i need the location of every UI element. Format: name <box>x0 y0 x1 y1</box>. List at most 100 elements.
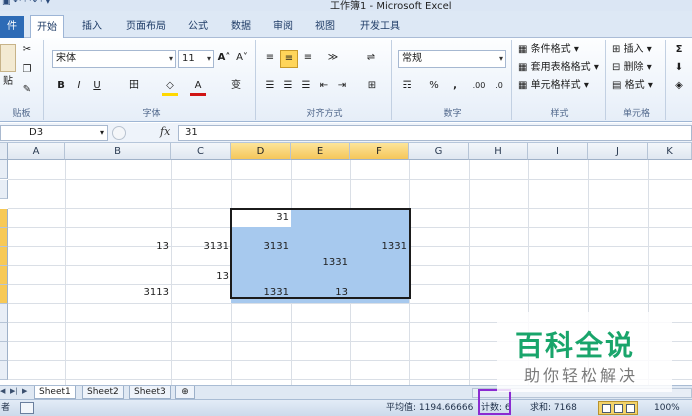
macro-record-icon[interactable] <box>20 402 34 414</box>
row-header[interactable] <box>0 285 8 304</box>
column-header-a[interactable]: A <box>8 143 65 160</box>
row-header[interactable] <box>0 247 8 266</box>
shrink-font-button[interactable]: A˅ <box>234 50 250 68</box>
conditional-format-button[interactable]: ▦ 条件格式 ▾ <box>518 42 579 60</box>
insert-function-button[interactable]: fx <box>160 125 170 138</box>
first-sheet-icon[interactable]: ◀ <box>0 387 5 395</box>
column-header-k[interactable]: K <box>648 143 692 160</box>
cell-b8[interactable]: 3113 <box>65 284 171 302</box>
cell-d3[interactable]: 31 <box>231 209 291 227</box>
fill-color-button[interactable]: ◇ <box>162 78 178 96</box>
format-cells-button[interactable]: ▤ 格式 ▾ <box>612 78 653 96</box>
column-header-j[interactable]: J <box>588 143 648 160</box>
tab-formulas[interactable]: 公式 <box>180 15 216 38</box>
comma-button[interactable]: , <box>450 78 460 96</box>
cell-d5[interactable]: 3131 <box>231 238 291 256</box>
sheet-tab-sheet2[interactable]: Sheet2 <box>82 386 124 399</box>
tab-view[interactable]: 视图 <box>308 15 342 38</box>
cell-f5[interactable]: 1331 <box>350 238 409 256</box>
next-sheet-icon[interactable]: ▶ <box>22 387 27 395</box>
fill-icon[interactable]: ⬇ <box>672 60 686 78</box>
delete-cells-button[interactable]: ⊟ 删除 ▾ <box>612 60 652 78</box>
cell-e8[interactable]: 13 <box>291 284 350 302</box>
underline-button[interactable]: U <box>90 78 104 96</box>
zoom-level[interactable]: 100% <box>654 402 680 415</box>
row-header[interactable] <box>0 361 8 380</box>
tab-developer[interactable]: 开发工具 <box>352 15 408 38</box>
border-button[interactable]: 田 <box>126 78 142 96</box>
decrease-indent-icon[interactable]: ⇤ <box>316 78 332 96</box>
increase-indent-icon[interactable]: ⇥ <box>334 78 350 96</box>
currency-button[interactable]: ☶ <box>398 78 416 96</box>
bold-button[interactable]: B <box>54 78 68 96</box>
format-as-table-button[interactable]: ▦ 套用表格格式 ▾ <box>518 60 599 78</box>
column-header-g[interactable]: G <box>409 143 469 160</box>
sheet-tab-sheet3[interactable]: Sheet3 <box>129 386 171 399</box>
italic-button[interactable]: I <box>72 78 86 96</box>
font-size-select[interactable]: 11 ▾ <box>178 50 214 68</box>
cell-d8[interactable]: 1331 <box>231 284 291 302</box>
insert-cells-button[interactable]: ⊞ 插入 ▾ <box>612 42 652 60</box>
row-header[interactable] <box>0 266 8 285</box>
tab-page-layout[interactable]: 页面布局 <box>118 15 174 38</box>
align-center-icon[interactable]: ☰ <box>280 78 296 96</box>
decrease-decimal-button[interactable]: .0 <box>490 78 508 96</box>
paste-button[interactable]: 贴 <box>0 74 16 92</box>
sheet-tab-sheet1[interactable]: Sheet1 <box>34 386 76 399</box>
row-header[interactable] <box>0 342 8 361</box>
format-painter-icon[interactable]: ✎ <box>20 82 34 100</box>
tab-insert[interactable]: 插入 <box>72 15 112 38</box>
cut-icon[interactable]: ✂ <box>20 42 34 60</box>
column-header-h[interactable]: H <box>469 143 528 160</box>
phonetic-button[interactable]: 变 <box>228 78 244 96</box>
orientation-icon[interactable]: ≫ <box>322 50 344 68</box>
tab-home[interactable]: 开始 <box>30 15 64 39</box>
number-format-select[interactable]: 常规 ▾ <box>398 50 506 68</box>
select-all-corner[interactable] <box>0 143 8 160</box>
column-header-e[interactable]: E <box>291 143 350 160</box>
row-header[interactable] <box>0 304 8 323</box>
column-header-b[interactable]: B <box>65 143 171 160</box>
font-name-select[interactable]: 宋体 ▾ <box>52 50 176 68</box>
wrap-text-icon[interactable]: ⇌ <box>362 50 380 68</box>
tab-review[interactable]: 审阅 <box>266 15 300 38</box>
align-top-icon[interactable]: ≡ <box>262 50 278 68</box>
page-layout-view-icon[interactable] <box>614 404 623 413</box>
increase-decimal-button[interactable]: .00 <box>470 78 488 96</box>
clear-icon[interactable]: ◈ <box>672 78 686 96</box>
tab-file[interactable]: 件 <box>0 16 24 38</box>
row-header[interactable] <box>0 180 8 199</box>
row-header[interactable] <box>0 209 8 228</box>
paste-icon[interactable] <box>0 44 16 72</box>
percent-button[interactable]: % <box>428 78 440 96</box>
row-header[interactable] <box>0 323 8 342</box>
column-header-d[interactable]: D <box>231 143 291 160</box>
page-break-view-icon[interactable] <box>626 404 635 413</box>
cell-e6[interactable]: 1331 <box>291 254 350 272</box>
cell-styles-button[interactable]: ▦ 单元格样式 ▾ <box>518 78 589 96</box>
cancel-icon[interactable] <box>112 126 126 140</box>
align-bottom-icon[interactable]: ≡ <box>300 50 316 68</box>
formula-input[interactable]: 31 <box>178 125 692 141</box>
normal-view-icon[interactable] <box>602 404 611 413</box>
column-header-c[interactable]: C <box>171 143 231 160</box>
align-left-icon[interactable]: ☰ <box>262 78 278 96</box>
cell-c5[interactable]: 3131 <box>171 238 231 256</box>
quick-access-toolbar[interactable]: ▣ ↶ · ↷ · ▾ <box>2 0 50 7</box>
tab-data[interactable]: 数据 <box>224 15 258 38</box>
align-right-icon[interactable]: ☰ <box>298 78 314 96</box>
cell-b5[interactable]: 13 <box>65 238 171 256</box>
last-sheet-icon[interactable]: ▶| <box>10 387 18 395</box>
insert-sheet-icon[interactable]: ⊕ <box>175 386 195 399</box>
name-box[interactable]: D3 ▾ <box>0 125 108 141</box>
autosum-button[interactable]: Σ <box>672 42 686 60</box>
copy-icon[interactable]: ❐ <box>20 62 34 80</box>
align-middle-icon[interactable]: ≡ <box>280 50 298 68</box>
row-header[interactable] <box>0 160 8 179</box>
column-header-i[interactable]: I <box>528 143 588 160</box>
column-header-f[interactable]: F <box>350 143 409 160</box>
grow-font-button[interactable]: A˄ <box>216 50 232 68</box>
font-color-button[interactable]: A <box>190 78 206 96</box>
row-header[interactable] <box>0 228 8 247</box>
merge-center-icon[interactable]: ⊞ <box>362 78 382 96</box>
